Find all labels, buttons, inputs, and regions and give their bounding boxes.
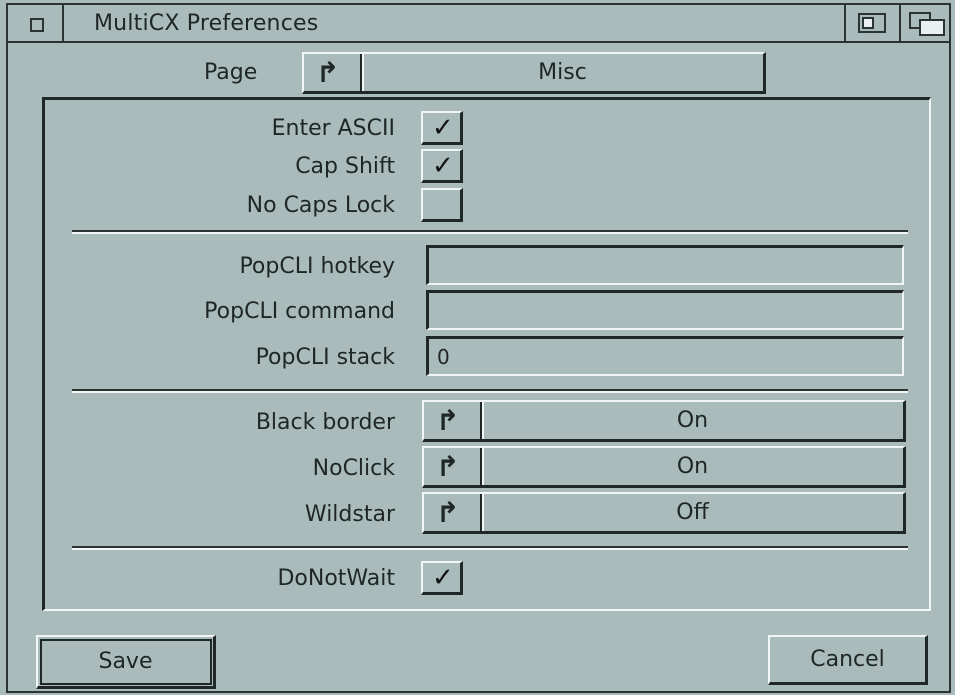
noclick-label: NoClick bbox=[312, 456, 395, 481]
no-caps-lock-checkbox[interactable] bbox=[421, 188, 463, 222]
popcli-command-input[interactable] bbox=[426, 290, 904, 330]
enter-ascii-label: Enter ASCII bbox=[271, 116, 395, 141]
cap-shift-label: Cap Shift bbox=[295, 154, 395, 179]
preferences-window: MultiCX Preferences Page ↱ Misc Enter AS… bbox=[6, 3, 951, 693]
check-icon: ✓ bbox=[432, 113, 454, 143]
depth-gadget[interactable] bbox=[899, 5, 949, 41]
cap-shift-checkbox[interactable]: ✓ bbox=[421, 149, 463, 183]
close-gadget[interactable] bbox=[8, 5, 64, 41]
popcli-command-label: PopCLI command bbox=[204, 299, 395, 324]
no-caps-lock-label: No Caps Lock bbox=[246, 193, 395, 218]
cycle-icon: ↱ bbox=[436, 404, 460, 437]
wildstar-value: Off bbox=[676, 500, 709, 525]
popcli-stack-label: PopCLI stack bbox=[255, 345, 395, 370]
separator bbox=[72, 389, 908, 393]
noclick-value: On bbox=[676, 454, 709, 479]
donotwait-label: DoNotWait bbox=[277, 566, 395, 591]
page-cycle-value: Misc bbox=[538, 60, 587, 85]
popcli-stack-input[interactable]: 0 bbox=[426, 336, 904, 376]
donotwait-checkbox[interactable]: ✓ bbox=[421, 561, 463, 595]
cycle-icon: ↱ bbox=[436, 496, 460, 529]
noclick-cycle[interactable]: ↱ On bbox=[422, 446, 906, 488]
black-border-value: On bbox=[676, 408, 709, 433]
separator bbox=[72, 546, 908, 550]
cancel-button[interactable]: Cancel bbox=[768, 635, 928, 685]
page-cycle[interactable]: ↱ Misc bbox=[302, 52, 766, 94]
title-bar[interactable]: MultiCX Preferences bbox=[8, 5, 949, 43]
black-border-cycle[interactable]: ↱ On bbox=[422, 400, 906, 442]
window-title: MultiCX Preferences bbox=[94, 11, 319, 36]
popcli-stack-value: 0 bbox=[437, 345, 450, 369]
cycle-icon: ↱ bbox=[436, 450, 460, 483]
check-icon: ✓ bbox=[432, 151, 454, 181]
cycle-icon: ↱ bbox=[316, 56, 340, 89]
popcli-hotkey-input[interactable] bbox=[426, 245, 904, 285]
popcli-hotkey-label: PopCLI hotkey bbox=[239, 254, 395, 279]
close-icon bbox=[30, 18, 44, 32]
page-label: Page bbox=[204, 60, 258, 85]
wildstar-label: Wildstar bbox=[304, 502, 395, 527]
zoom-gadget[interactable] bbox=[844, 5, 894, 41]
check-icon: ✓ bbox=[432, 563, 454, 593]
separator bbox=[72, 230, 908, 234]
enter-ascii-checkbox[interactable]: ✓ bbox=[421, 111, 463, 145]
wildstar-cycle[interactable]: ↱ Off bbox=[422, 492, 906, 534]
black-border-label: Black border bbox=[255, 410, 395, 435]
save-button[interactable]: Save bbox=[36, 635, 216, 689]
